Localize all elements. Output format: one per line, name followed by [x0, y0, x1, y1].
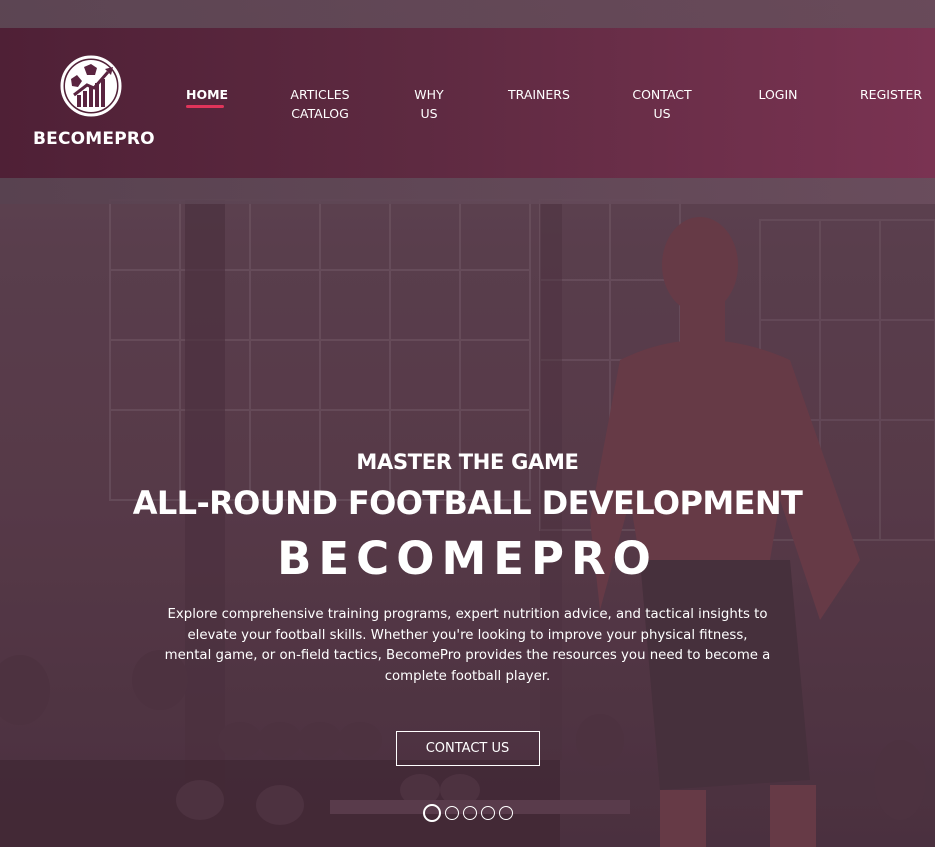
slider-dot[interactable]	[480, 806, 495, 820]
nav-articles-catalog[interactable]: ARTICLES CATALOG	[288, 85, 352, 123]
slider-dot[interactable]	[422, 804, 441, 822]
hero-section: MASTER THE GAME ALL-ROUND FOOTBALL DEVEL…	[0, 450, 935, 766]
contact-us-button[interactable]: CONTACT US	[395, 731, 540, 766]
header-under-strip	[0, 178, 935, 204]
nav-register[interactable]: REGISTER	[860, 85, 922, 104]
nav-login[interactable]: LOGIN	[757, 85, 799, 104]
nav-trainers[interactable]: TRAINERS	[508, 85, 570, 104]
slider-dot[interactable]	[498, 806, 513, 820]
hero-tagline: MASTER THE GAME	[356, 450, 579, 474]
hero-brand-title: BECOMEPRO	[277, 532, 658, 585]
top-strip	[0, 0, 935, 28]
nav-home[interactable]: HOME	[186, 85, 228, 108]
nav-why-us[interactable]: WHY US	[410, 85, 448, 123]
slider-pagination	[0, 804, 935, 822]
hero-description: Explore comprehensive training programs,…	[164, 607, 771, 684]
slider-dot[interactable]	[462, 806, 477, 820]
nav-contact-us[interactable]: CONTACT US	[628, 85, 696, 123]
main-navigation: HOME ARTICLES CATALOG WHY US TRAINERS CO…	[0, 85, 935, 135]
hero-headline: ALL-ROUND FOOTBALL DEVELOPMENT	[132, 484, 803, 522]
slider-dot[interactable]	[444, 806, 459, 820]
